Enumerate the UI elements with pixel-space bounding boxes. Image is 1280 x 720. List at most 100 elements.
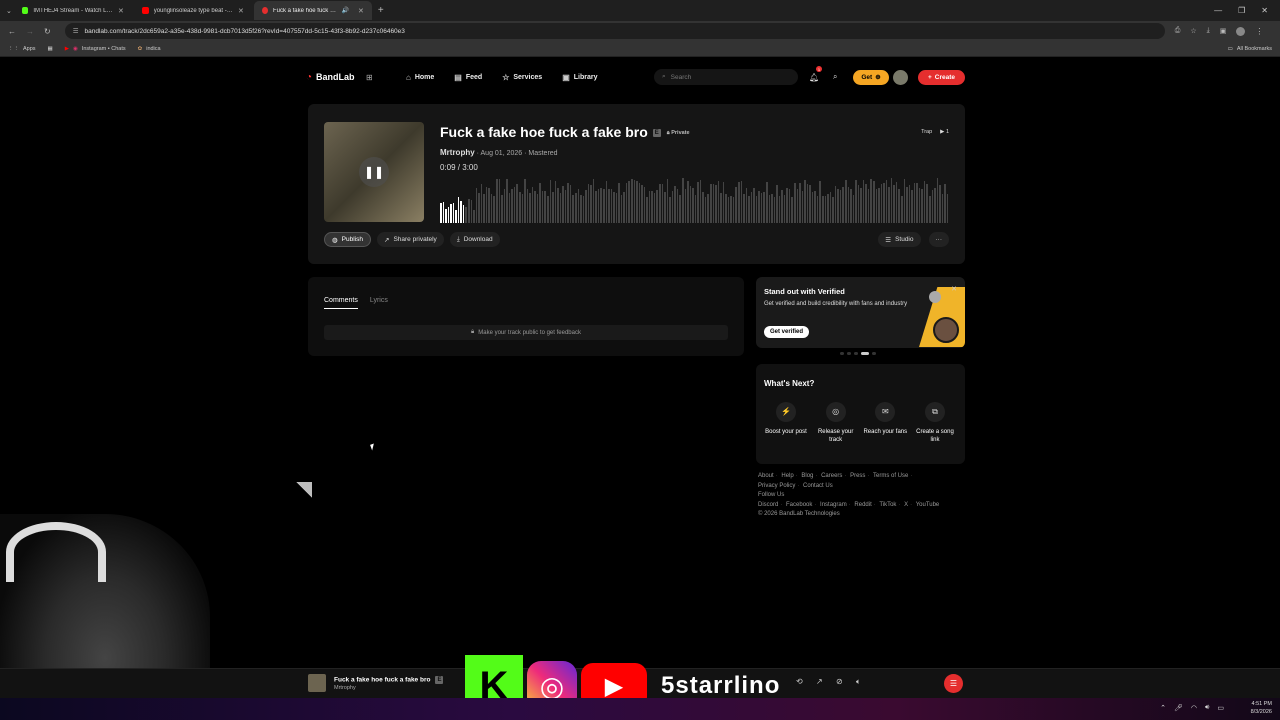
reload-icon[interactable]: ↻ [44, 27, 51, 36]
install-icon[interactable]: ⎙ [1175, 27, 1181, 35]
whats-next-release[interactable]: ◎ Release your track [814, 402, 858, 445]
repeat-icon[interactable]: ⟲ [796, 677, 803, 686]
mute-icon[interactable]: ⊘ [836, 677, 843, 686]
browser-tab-bandlab[interactable]: Fuck a fake hoe fuck a fake 🔊 ✕ [253, 1, 372, 20]
get-membership-button[interactable]: Get ⊕ [853, 69, 889, 85]
bookmark-apps[interactable]: ⋮⋮ Apps [8, 46, 36, 52]
all-bookmarks[interactable]: ▭ All Bookmarks [1228, 46, 1272, 52]
browser-tab-youtube[interactable]: younglinsoleaze type beat - Yo ✕ [134, 1, 252, 20]
pause-button[interactable]: ❚❚ [359, 157, 389, 187]
footer-link[interactable]: Blog [801, 473, 813, 479]
back-icon[interactable]: ← [8, 27, 16, 36]
track-cover-art[interactable]: ❚❚ [324, 122, 424, 222]
tab-search-icon[interactable]: ⌄ [6, 7, 12, 15]
whats-next-reach[interactable]: ✉ Reach your fans [863, 402, 907, 445]
share-privately-button[interactable]: ↗ Share privately [377, 232, 444, 247]
tab-comments[interactable]: Comments [324, 297, 358, 309]
bookmark-star-icon[interactable]: ☆ [1190, 27, 1196, 35]
chevron-up-icon[interactable]: ⌃ [1160, 704, 1166, 712]
waveform-bar [814, 190, 816, 223]
social-link[interactable]: Instagram [820, 502, 847, 508]
carousel-dot[interactable] [840, 352, 844, 355]
social-link[interactable]: Discord [758, 502, 778, 508]
waveform-bar [546, 195, 549, 223]
feed-icon: ▤ [454, 72, 462, 82]
bookmark-instagram[interactable]: ▶ ◉ Instagram • Chats [65, 46, 126, 52]
download-icon[interactable]: ⤓ [1207, 27, 1210, 35]
extensions-icon[interactable]: ▣ [1220, 27, 1227, 35]
player-cover-art[interactable] [308, 674, 326, 692]
user-avatar[interactable] [893, 69, 908, 85]
artist-name[interactable]: Mrtrophy [440, 148, 475, 157]
waveform-bar [653, 192, 656, 223]
volume-icon[interactable]: 🔊︎ [1205, 704, 1209, 712]
menu-kebab-icon[interactable]: ⋮ [1255, 27, 1263, 36]
bandlab-logo[interactable]: ◔ BandLab [306, 72, 366, 83]
genre-tag[interactable]: Trap [921, 129, 932, 135]
close-window-icon[interactable]: ✕ [1261, 6, 1268, 15]
bookmark-indica[interactable]: ✿ indica [138, 46, 161, 52]
search-icon[interactable]: ⌕ [833, 72, 837, 82]
more-options-button[interactable]: ··· [928, 232, 949, 247]
library-icon: ▣ [562, 72, 570, 82]
wifi-icon[interactable]: ◠ [1191, 704, 1197, 712]
studio-button[interactable]: ☰ Studio [878, 232, 921, 247]
nav-library[interactable]: ▣ Library [562, 73, 597, 82]
address-bar[interactable]: ☰ bandlab.com/track/2dc659a2-a35e-438d-9… [64, 23, 1165, 39]
decorative-corner [296, 482, 312, 498]
speaker-icon[interactable]: 🔊 [342, 7, 349, 14]
share-icon[interactable]: ↗ [816, 677, 823, 686]
player-artist[interactable]: Mrtrophy [334, 685, 356, 691]
restore-icon[interactable]: ❐ [1238, 6, 1245, 15]
forward-icon[interactable]: → [26, 27, 34, 36]
tab-lyrics[interactable]: Lyrics [370, 297, 388, 309]
footer-link[interactable]: Press [850, 473, 865, 479]
publish-button[interactable]: ◍ Publish [324, 232, 371, 247]
footer-link[interactable]: Privacy Policy [758, 483, 795, 489]
profile-avatar[interactable] [1236, 26, 1246, 36]
create-button[interactable]: + Create [918, 69, 965, 85]
footer-link[interactable]: About [758, 473, 774, 479]
whats-next-boost[interactable]: ⚡ Boost your post [764, 402, 808, 445]
battery-icon[interactable]: ▭ [1217, 704, 1224, 712]
social-link[interactable]: X [904, 502, 908, 508]
carousel-dot-active[interactable] [861, 352, 869, 355]
waveform-bar [498, 178, 501, 223]
carousel-dot[interactable] [872, 352, 876, 355]
footer-link[interactable]: Contact Us [803, 483, 833, 489]
minimize-icon[interactable]: — [1214, 6, 1222, 15]
get-verified-button[interactable]: Get verified [764, 326, 810, 338]
browser-tab-kick[interactable]: IMTHEJ4 Stream - Watch Live o ✕ [14, 1, 132, 20]
nav-home[interactable]: ⌂ Home [406, 73, 434, 82]
social-link[interactable]: Reddit [854, 502, 871, 508]
footer-link[interactable]: Careers [821, 473, 842, 479]
nav-services[interactable]: ☆ Services [502, 73, 542, 82]
volume-icon[interactable]: 🔈︎ [856, 677, 861, 687]
close-icon[interactable]: ✕ [951, 285, 957, 293]
waveform[interactable] [440, 176, 949, 223]
carousel-dot[interactable] [854, 352, 858, 355]
close-icon[interactable]: ✕ [238, 7, 244, 15]
bookmark-grid[interactable]: ▦ [48, 46, 53, 52]
download-button[interactable]: ⤓ Download [449, 232, 500, 247]
social-link[interactable]: YouTube [916, 502, 940, 508]
footer-link[interactable]: Help [781, 473, 793, 479]
queue-menu-icon[interactable]: ☰ [944, 674, 963, 693]
system-clock[interactable]: 4:51 PM 8/3/2026 [1251, 700, 1272, 717]
search-input[interactable]: ⌕ Search [654, 69, 798, 85]
new-tab-icon[interactable]: + [378, 5, 384, 16]
apps-grid-icon[interactable]: ⊞ [366, 73, 406, 82]
waveform-bar [860, 187, 862, 223]
nav-feed[interactable]: ▤ Feed [454, 73, 482, 82]
notifications-bell-icon[interactable]: 🔔︎ [809, 73, 819, 82]
close-icon[interactable]: ✕ [118, 7, 124, 15]
social-link[interactable]: TikTok [879, 502, 896, 508]
mic-icon[interactable]: 🎤︎ [1174, 704, 1183, 712]
close-icon[interactable]: ✕ [358, 7, 364, 15]
site-info-icon[interactable]: ☰ [73, 27, 79, 35]
carousel-dot[interactable] [847, 352, 851, 355]
social-link[interactable]: Facebook [786, 502, 812, 508]
footer-link[interactable]: Terms of Use [873, 473, 908, 479]
whats-next-link[interactable]: ⧉ Create a song link [913, 402, 957, 445]
waveform-bar [564, 189, 567, 223]
